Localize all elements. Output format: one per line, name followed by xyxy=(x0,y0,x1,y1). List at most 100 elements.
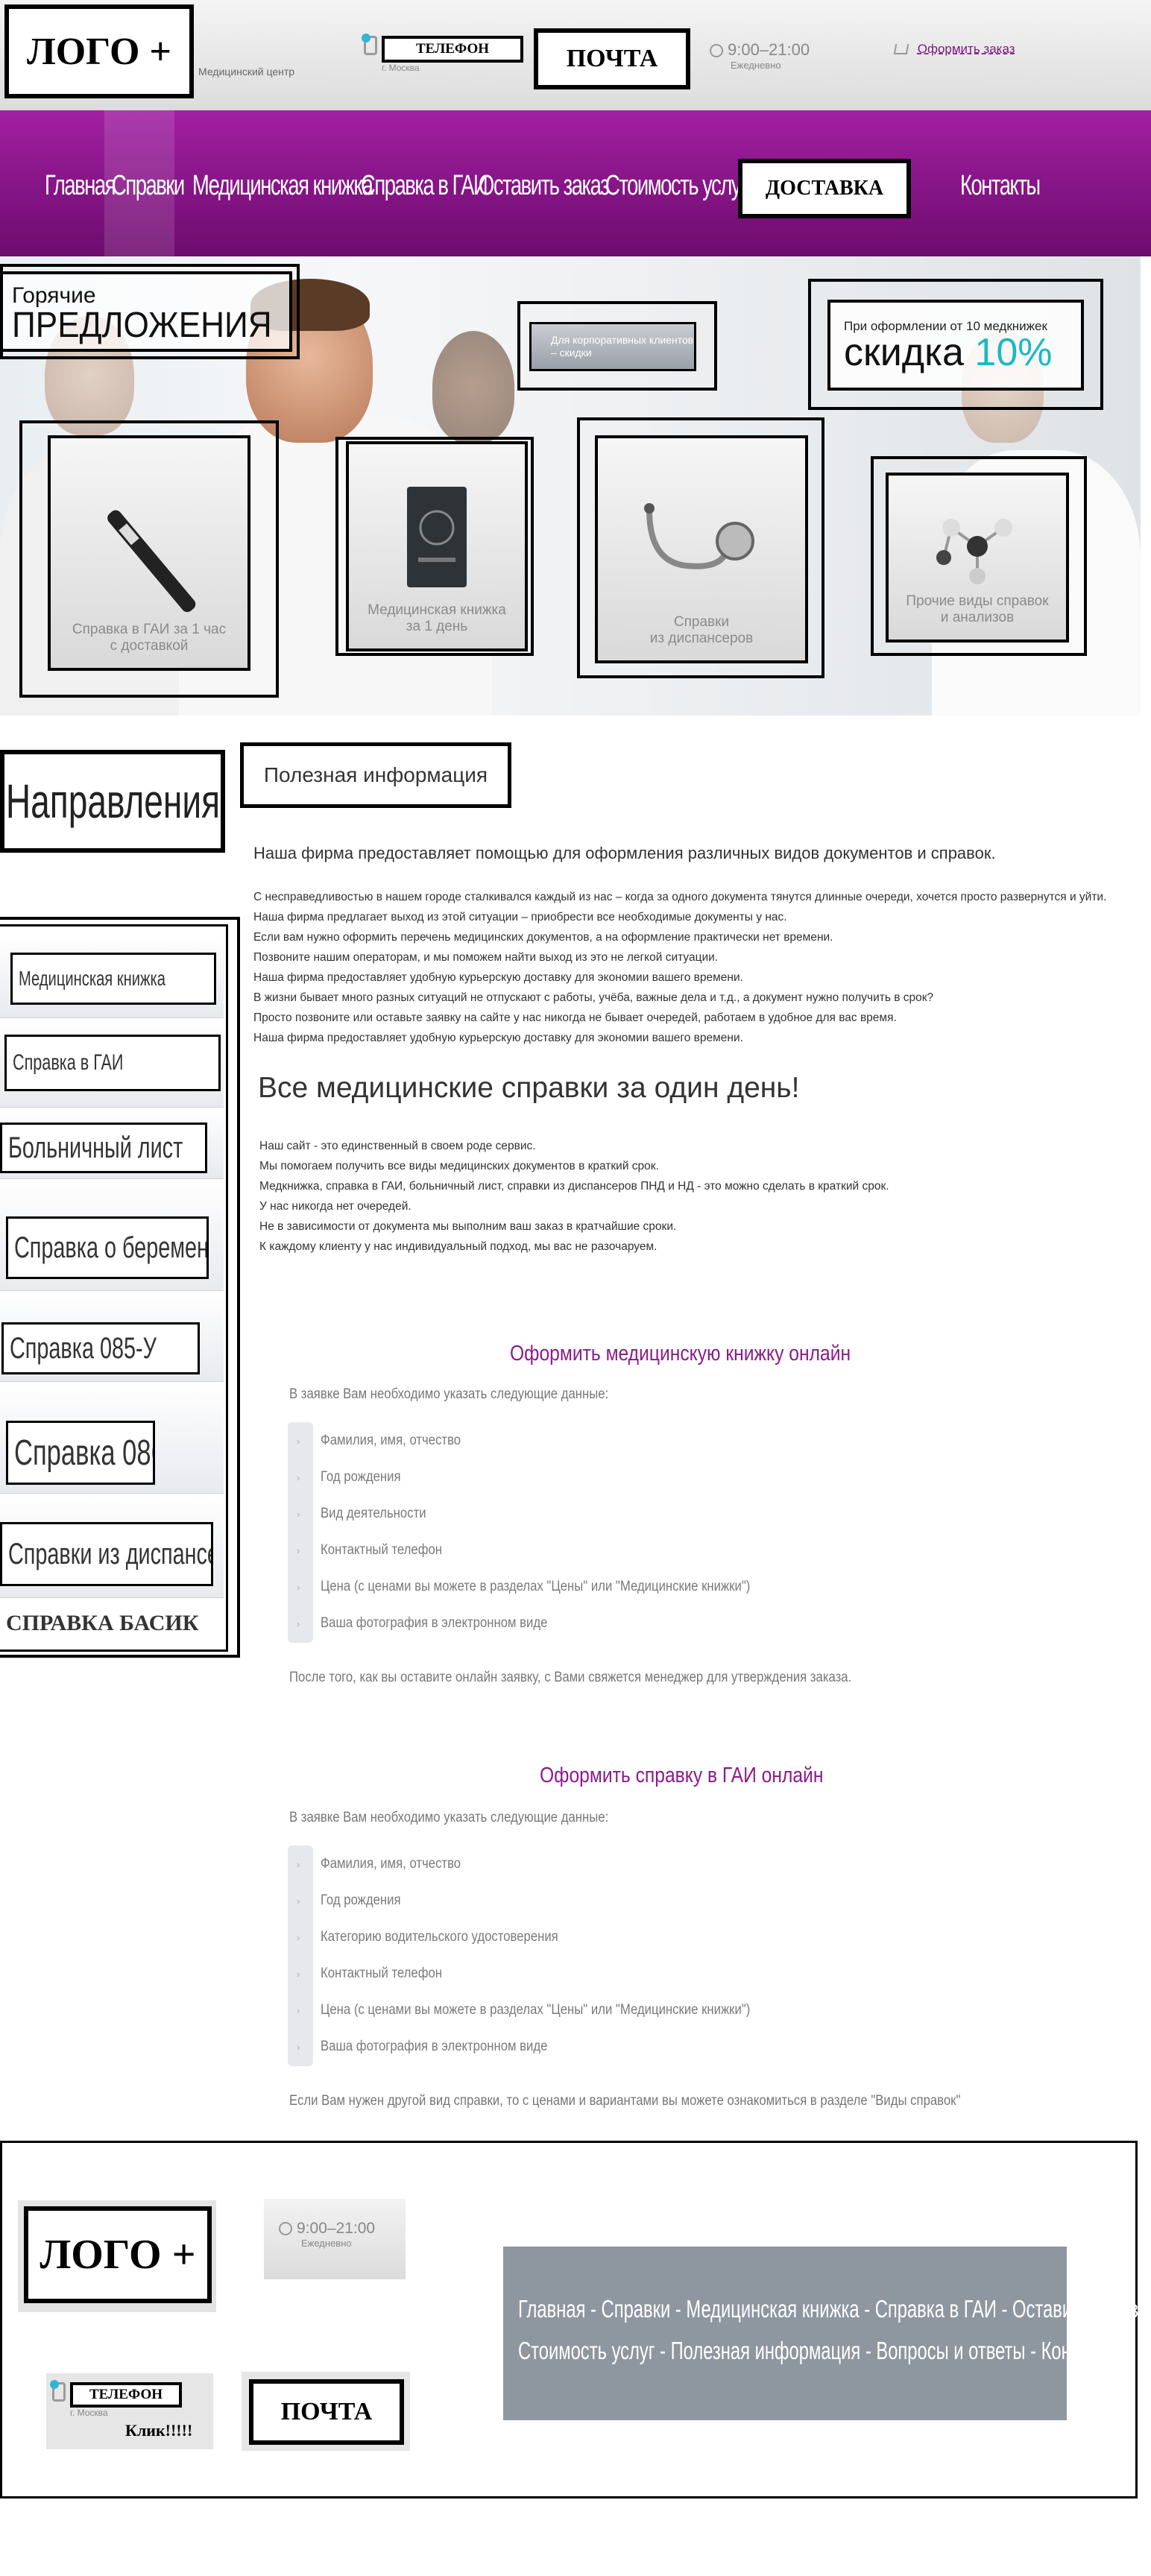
hot-offers-inner: Горячие ПРЕДЛОЖЕНИЯ xyxy=(0,271,292,352)
footer-nav[interactable]: Главная - Справки - Медицинская книжка -… xyxy=(503,2247,1138,2420)
info-line: С несправедливостью в нашем городе сталк… xyxy=(253,891,1107,903)
nav-item-delivery[interactable]: ДОСТАВКА xyxy=(738,159,911,218)
info-line: Наша фирма предоставляет удобную курьерс… xyxy=(253,1032,743,1044)
chevron-right-icon: › xyxy=(297,1969,300,1980)
chevron-right-icon: › xyxy=(297,1895,300,1907)
info-paragraph: С несправедливостью в нашем городе сталк… xyxy=(253,887,1126,1048)
card-dispensary-line1: Справки xyxy=(673,614,730,631)
about-line: Наш сайт - это единственный в своем роде… xyxy=(259,1140,536,1152)
tagline: Медицинский центр xyxy=(198,66,295,78)
nav-item-home[interactable]: Главная xyxy=(45,170,116,202)
form-medbook-bullets xyxy=(288,1422,313,1643)
footer-click[interactable]: Клик!!!!! xyxy=(125,2421,192,2440)
chevron-right-icon: › xyxy=(297,1545,300,1556)
sidebar-item-085u[interactable]: Справка 085-У xyxy=(1,1322,200,1374)
chevron-right-icon: › xyxy=(297,1436,300,1447)
sidebar-item-label: Справка 085-У xyxy=(10,1331,157,1365)
sidebar-item-medbook[interactable]: Медицинская книжка xyxy=(10,953,216,1005)
info-line: Просто позвоните или оставьте заявку на … xyxy=(253,1011,897,1024)
nav-item-contacts[interactable]: Контакты xyxy=(960,170,1041,202)
sidebar-item-dispensary[interactable]: Справки из диспансеров xyxy=(0,1522,213,1586)
footer-phone-label[interactable]: ТЕЛЕФОН xyxy=(70,2382,182,2408)
logo[interactable]: ЛОГО + xyxy=(4,4,194,98)
sidebar-item-sick-leave[interactable]: Больничный лист xyxy=(0,1123,207,1173)
hot-small: Горячие xyxy=(12,283,96,308)
form-medbook-title[interactable]: Оформить медицинскую книжку онлайн xyxy=(510,1342,851,1366)
form-gai-outro: Если Вам нужен другой вид справки, то с … xyxy=(289,2093,961,2109)
sidebar-item-label: СПРАВКА БАСИК xyxy=(6,1611,199,1635)
chevron-right-icon: › xyxy=(297,1618,300,1629)
corporate-banner[interactable]: Для корпоративных клиентов – скидки xyxy=(529,322,696,371)
info-line: В жизни бывает много разных ситуаций не … xyxy=(253,991,934,1004)
nav-item-order[interactable]: Оставить заказ xyxy=(479,170,610,202)
form-medbook-intro: В заявке Вам необходимо указать следующи… xyxy=(289,1386,609,1402)
card-gai-line1: Справка в ГАИ за 1 час xyxy=(72,622,227,638)
about-line: К каждому клиенту у нас индивидуальный п… xyxy=(259,1240,658,1253)
logo-text: ЛОГО + xyxy=(26,30,172,73)
sidebar-item-basic[interactable]: СПРАВКА БАСИК xyxy=(0,1600,222,1647)
discount-banner[interactable]: При оформлении от 10 медкнижек скидка 10… xyxy=(827,300,1084,391)
footer-hours-text: 9:00–21:00 xyxy=(297,2220,376,2237)
info-line: Позвоните нашим операторам, и мы поможем… xyxy=(253,951,719,964)
about-line: Не в зависимости от документа мы выполни… xyxy=(259,1220,677,1233)
form-gai-field: Контактный телефон xyxy=(321,1966,443,1981)
lead-text: Наша фирма предоставляет помощью для офо… xyxy=(253,844,996,862)
footer-nav-line[interactable]: Стоимость услуг - Полезная информация - … xyxy=(518,2330,1117,2372)
footer-mail-button[interactable]: ПОЧТА xyxy=(249,2379,404,2445)
sidebar-item-pregnancy[interactable]: Справка о беременности xyxy=(6,1216,209,1279)
nav-item-certificates[interactable]: Справки xyxy=(112,170,185,202)
discount-value: 10% xyxy=(974,331,1053,374)
phone-block[interactable]: ТЕЛЕФОН г. Москва xyxy=(362,34,523,73)
tab-useful-info[interactable]: Полезная информация xyxy=(240,742,511,808)
card-gai-line2: с доставкой xyxy=(110,638,189,654)
discount-word: скидка xyxy=(844,331,964,374)
book-icon xyxy=(407,487,467,588)
pen-icon xyxy=(107,510,196,613)
clock-icon xyxy=(279,2222,292,2235)
card-dispensary[interactable]: Справки из диспансеров xyxy=(595,435,808,663)
phone-label[interactable]: ТЕЛЕФОН xyxy=(382,36,523,63)
mail-button[interactable]: ПОЧТА xyxy=(534,28,690,89)
footer-phone[interactable]: ТЕЛЕФОН г. Москва Клик!!!!! xyxy=(46,2373,213,2449)
sidebar-title: Направления xyxy=(0,750,225,853)
hero-banner: Горячие ПРЕДЛОЖЕНИЯ Для корпоративных кл… xyxy=(0,256,1141,716)
footer-nav-line[interactable]: Главная - Справки - Медицинская книжка -… xyxy=(518,2288,1138,2330)
form-gai-field: Категорию водительского удостоверения xyxy=(321,1929,558,1945)
mail-label: ПОЧТА xyxy=(566,45,658,72)
form-gai-intro: В заявке Вам необходимо указать следующи… xyxy=(289,1810,609,1825)
chevron-right-icon: › xyxy=(297,2042,300,2053)
chevron-right-icon: › xyxy=(297,1932,300,1943)
info-line: Наша фирма предоставляет удобную курьерс… xyxy=(253,971,743,984)
chevron-right-icon: › xyxy=(297,1582,300,1593)
sidebar-item-gai[interactable]: Справка в ГАИ xyxy=(4,1035,221,1091)
form-gai-bullets xyxy=(288,1846,313,2066)
order-block[interactable]: Оформить заказ xyxy=(893,42,1015,57)
sidebar-item-086u[interactable]: Справка 086-У xyxy=(6,1421,155,1485)
corporate-text: Для корпоративных клиентов – скидки xyxy=(551,334,694,359)
phone-icon xyxy=(362,34,377,55)
about-paragraph: Наш сайт - это единственный в своем роде… xyxy=(259,1136,1117,1257)
form-gai-title[interactable]: Оформить справку в ГАИ онлайн xyxy=(540,1764,823,1788)
form-gai-field: Фамилия, имя, отчество xyxy=(321,1856,461,1872)
nav-item-gai[interactable]: Справка в ГАИ xyxy=(361,170,488,202)
heading-all-certificates: Все медицинские справки за один день! xyxy=(258,1072,800,1104)
phone-icon xyxy=(50,2380,66,2402)
info-line: Наша фирма предлагает выход из этой ситу… xyxy=(253,911,787,924)
nav-item-medbook[interactable]: Медицинская книжка xyxy=(192,170,373,202)
order-link[interactable]: Оформить заказ xyxy=(918,42,1015,56)
clock-icon xyxy=(710,44,723,57)
card-gai[interactable]: Справка в ГАИ за 1 час с доставкой xyxy=(48,435,250,671)
card-dispensary-line2: из диспансеров xyxy=(649,631,754,647)
about-line: Мы помогаем получить все виды медицински… xyxy=(259,1160,659,1172)
form-medbook-field: Контактный телефон xyxy=(321,1542,443,1558)
chevron-right-icon: › xyxy=(297,1472,300,1483)
card-medbook[interactable]: Медицинская книжка за 1 день xyxy=(346,441,528,651)
card-other-line2: и анализов xyxy=(940,610,1015,626)
footer-logo[interactable]: ЛОГО + xyxy=(24,2206,212,2303)
form-gai-field: Год рождения xyxy=(321,1892,401,1908)
card-other[interactable]: Прочие виды справок и анализов xyxy=(886,473,1069,643)
hours-block: 9:00–21:00 Ежедневно xyxy=(710,40,810,71)
nav-item-prices[interactable]: Стоимость услуг xyxy=(605,170,748,202)
chevron-right-icon: › xyxy=(297,1859,300,1870)
sidebar-item-label: Медицинская книжка xyxy=(19,967,166,990)
